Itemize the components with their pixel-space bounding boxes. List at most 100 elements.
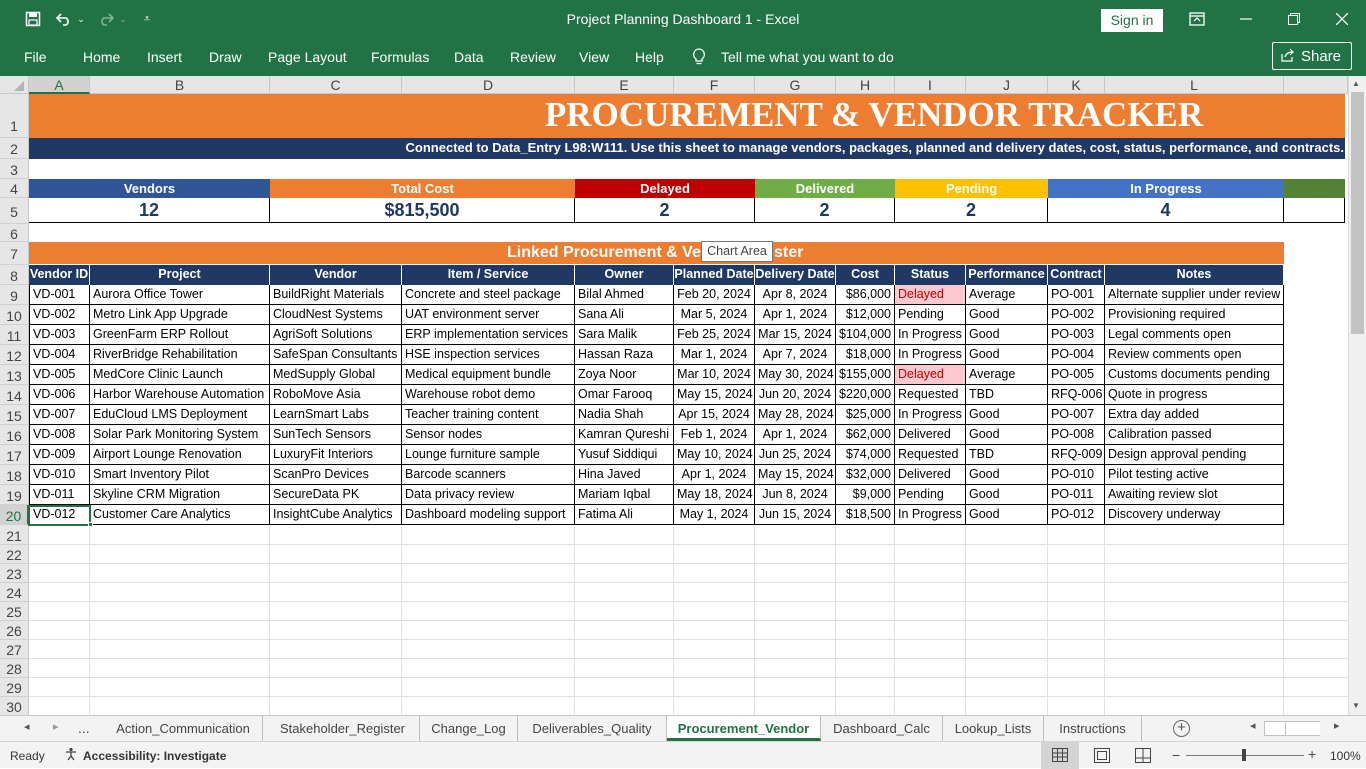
table-cell[interactable]: BuildRight Materials: [270, 285, 402, 305]
page-layout-view-button[interactable]: [1094, 748, 1110, 766]
tab-instructions[interactable]: Instructions: [1044, 716, 1142, 741]
menu-page-layout[interactable]: Page Layout: [268, 49, 347, 65]
tab-more-button[interactable]: ...: [78, 720, 90, 736]
menu-help[interactable]: Help: [635, 49, 664, 65]
table-cell[interactable]: Hina Javed: [575, 465, 674, 485]
table-cell[interactable]: TBD: [966, 445, 1048, 465]
share-button[interactable]: Share: [1272, 42, 1352, 70]
table-cell[interactable]: In Progress: [895, 325, 966, 345]
undo-icon[interactable]: [54, 8, 74, 30]
table-cell[interactable]: $9,000: [836, 485, 895, 505]
menu-view[interactable]: View: [579, 49, 609, 65]
table-cell[interactable]: Yusuf Siddiqui: [575, 445, 674, 465]
table-cell[interactable]: EduCloud LMS Deployment: [90, 405, 270, 425]
table-cell[interactable]: Good: [966, 485, 1048, 505]
save-icon[interactable]: [22, 8, 44, 30]
table-cell[interactable]: Average: [966, 285, 1048, 305]
table-cell[interactable]: May 18, 2024: [674, 485, 755, 505]
table-cell[interactable]: Nadia Shah: [575, 405, 674, 425]
table-cell[interactable]: Awaiting review slot: [1105, 485, 1284, 505]
table-cell[interactable]: SecureData PK: [270, 485, 402, 505]
select-all-button[interactable]: [0, 76, 29, 94]
column-header-i[interactable]: I: [895, 76, 966, 94]
table-header-2[interactable]: Vendor: [270, 265, 402, 285]
table-header-3[interactable]: Item / Service: [402, 265, 575, 285]
ribbon-display-options-icon[interactable]: [1186, 8, 1208, 30]
table-cell[interactable]: LuxuryFit Interiors: [270, 445, 402, 465]
table-cell[interactable]: Hassan Raza: [575, 345, 674, 365]
column-header-g[interactable]: G: [755, 76, 836, 94]
table-cell[interactable]: Delivered: [895, 425, 966, 445]
table-cell[interactable]: Good: [966, 405, 1048, 425]
column-header-b[interactable]: B: [90, 76, 270, 94]
table-cell[interactable]: Teacher training content: [402, 405, 575, 425]
table-cell[interactable]: Warehouse robot demo: [402, 385, 575, 405]
table-cell[interactable]: VD-001: [29, 285, 90, 305]
table-cell[interactable]: May 30, 2024: [755, 365, 836, 385]
table-cell[interactable]: Good: [966, 325, 1048, 345]
tab-stakeholder-register[interactable]: Stakeholder_Register: [266, 716, 420, 741]
table-cell[interactable]: $62,000: [836, 425, 895, 445]
table-cell[interactable]: HSE inspection services: [402, 345, 575, 365]
table-header-10[interactable]: Contract: [1048, 265, 1105, 285]
table-cell[interactable]: Apr 7, 2024: [755, 345, 836, 365]
table-cell[interactable]: PO-010: [1048, 465, 1105, 485]
table-cell[interactable]: PO-004: [1048, 345, 1105, 365]
table-cell[interactable]: Alternate supplier under review: [1105, 285, 1284, 305]
row-header-11[interactable]: 11: [0, 325, 29, 345]
table-cell[interactable]: $18,000: [836, 345, 895, 365]
row-header-28[interactable]: 28: [0, 659, 29, 678]
row-header-22[interactable]: 22: [0, 545, 29, 564]
row-header-8[interactable]: 8: [0, 265, 29, 285]
table-cell[interactable]: Good: [966, 345, 1048, 365]
tab-scroll-right-icon[interactable]: ▸: [53, 720, 59, 733]
table-cell[interactable]: RiverBridge Rehabilitation: [90, 345, 270, 365]
table-cell[interactable]: Metro Link App Upgrade: [90, 305, 270, 325]
table-header-0[interactable]: Vendor ID: [29, 265, 90, 285]
table-cell[interactable]: Apr 1, 2024: [755, 425, 836, 445]
table-cell[interactable]: Skyline CRM Migration: [90, 485, 270, 505]
table-cell[interactable]: PO-005: [1048, 365, 1105, 385]
row-header-21[interactable]: 21: [0, 525, 29, 545]
table-cell[interactable]: May 10, 2024: [674, 445, 755, 465]
row-header-6[interactable]: 6: [0, 224, 29, 242]
table-cell[interactable]: VD-005: [29, 365, 90, 385]
row-header-7[interactable]: 7: [0, 242, 29, 265]
table-cell[interactable]: Aurora Office Tower: [90, 285, 270, 305]
column-header-overflow[interactable]: [1284, 76, 1348, 94]
column-header-h[interactable]: H: [836, 76, 895, 94]
table-cell[interactable]: $155,000: [836, 365, 895, 385]
table-cell[interactable]: Good: [966, 305, 1048, 325]
table-cell[interactable]: Delivered: [895, 465, 966, 485]
table-cell[interactable]: Jun 8, 2024: [755, 485, 836, 505]
row-header-27[interactable]: 27: [0, 640, 29, 659]
table-cell[interactable]: VD-008: [29, 425, 90, 445]
table-cell[interactable]: Solar Park Monitoring System: [90, 425, 270, 445]
table-cell[interactable]: Review comments open: [1105, 345, 1284, 365]
table-cell[interactable]: VD-009: [29, 445, 90, 465]
row-header-29[interactable]: 29: [0, 678, 29, 697]
table-cell[interactable]: $74,000: [836, 445, 895, 465]
table-header-1[interactable]: Project: [90, 265, 270, 285]
table-cell[interactable]: Mar 1, 2024: [674, 345, 755, 365]
undo-dropdown-icon[interactable]: ⌄: [76, 8, 86, 30]
table-cell[interactable]: $18,500: [836, 505, 895, 525]
table-cell[interactable]: Jun 25, 2024: [755, 445, 836, 465]
table-cell[interactable]: Customs documents pending: [1105, 365, 1284, 385]
table-cell[interactable]: Omar Farooq: [575, 385, 674, 405]
table-cell[interactable]: TBD: [966, 385, 1048, 405]
row-header-4[interactable]: 4: [0, 179, 29, 198]
zoom-level[interactable]: 100%: [1330, 749, 1361, 763]
tab-change-log[interactable]: Change_Log: [420, 716, 518, 741]
table-cell[interactable]: PO-002: [1048, 305, 1105, 325]
tab-deliverables-quality[interactable]: Deliverables_Quality: [518, 716, 667, 741]
table-cell[interactable]: Calibration passed: [1105, 425, 1284, 445]
sign-in-button[interactable]: Sign in: [1101, 9, 1163, 32]
column-header-j[interactable]: J: [966, 76, 1048, 94]
row-header-5[interactable]: 5: [0, 198, 29, 224]
table-header-4[interactable]: Owner: [575, 265, 674, 285]
column-header-f[interactable]: F: [674, 76, 755, 94]
normal-view-button[interactable]: [1041, 742, 1079, 769]
column-header-e[interactable]: E: [575, 76, 674, 94]
table-cell[interactable]: In Progress: [895, 505, 966, 525]
